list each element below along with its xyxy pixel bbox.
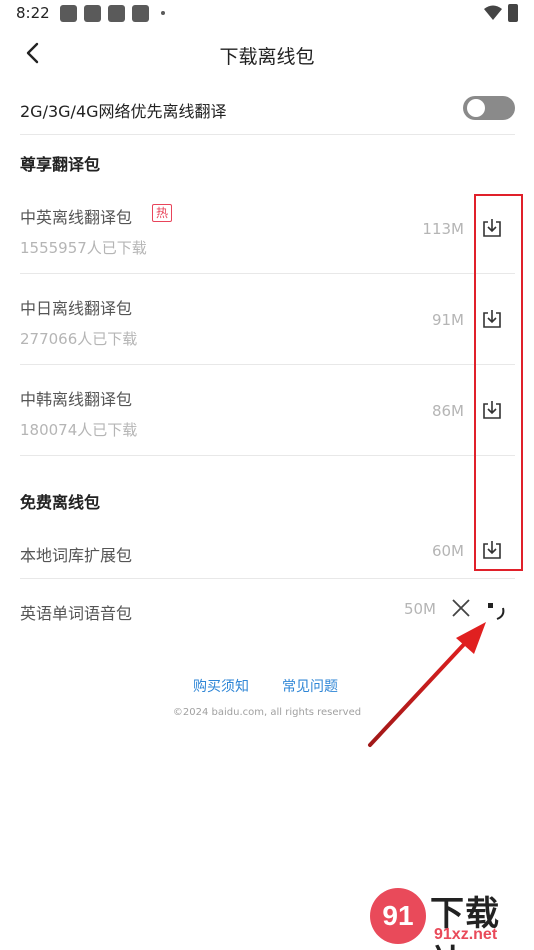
divider — [20, 134, 515, 135]
divider — [20, 273, 515, 274]
highlight-box — [474, 194, 523, 571]
divider — [20, 455, 515, 456]
package-size: 86M — [431, 402, 464, 420]
package-size: 60M — [431, 542, 464, 560]
divider — [20, 578, 515, 579]
download-count: 1555957人已下载 — [20, 239, 147, 257]
status-time: 8:22 — [16, 4, 50, 22]
hot-badge: 热 — [152, 204, 173, 222]
watermark-logo: 91 下载站 91xz.net — [370, 886, 532, 950]
package-name-zh-ko: 中韩离线翻译包 — [20, 390, 133, 409]
annotation-arrow-icon — [368, 622, 486, 747]
notification-icon — [132, 5, 149, 22]
page-title: 下载离线包 — [219, 46, 315, 68]
package-size: 113M — [422, 220, 464, 238]
purchase-notice-link[interactable]: 购买须知 — [193, 676, 249, 696]
package-name-english-voice: 英语单词语音包 — [20, 604, 133, 623]
section-title-premium: 尊享翻译包 — [20, 155, 101, 174]
notification-icon — [84, 5, 101, 22]
notification-icon — [108, 5, 125, 22]
package-name-zh-ja: 中日离线翻译包 — [20, 299, 133, 318]
section-title-free: 免费离线包 — [20, 493, 101, 512]
network-toggle-switch[interactable] — [463, 96, 515, 120]
download-count: 180074人已下载 — [20, 421, 138, 439]
download-count: 277066人已下载 — [20, 330, 138, 348]
package-name-local-dict: 本地词库扩展包 — [20, 546, 133, 565]
watermark-url: 91xz.net — [434, 926, 498, 943]
package-size: 91M — [431, 311, 464, 329]
divider — [20, 364, 515, 365]
battery-icon — [508, 4, 518, 22]
wifi-icon — [484, 5, 502, 20]
notification-icon — [60, 5, 77, 22]
package-name-zh-en: 中英离线翻译包 — [20, 208, 133, 227]
watermark-logo-mark: 91 — [370, 888, 426, 944]
network-toggle-label: 2G/3G/4G网络优先离线翻译 — [20, 102, 227, 121]
more-notifications-icon — [161, 11, 165, 15]
toggle-knob — [467, 99, 485, 117]
copyright: ©2024 baidu.com, all rights reserved — [172, 707, 362, 718]
faq-link[interactable]: 常见问题 — [282, 676, 338, 696]
